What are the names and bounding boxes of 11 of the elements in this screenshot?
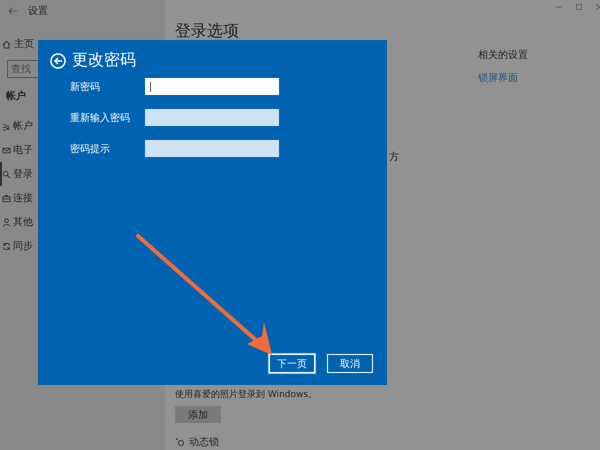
section-heading: 动态锁 (189, 436, 219, 449)
section-heading: 帐户 (6, 89, 27, 104)
photo-caption: 使用喜爱的照片登录到 Windows。 (175, 388, 318, 401)
related-settings-heading: 相关的设置 (478, 48, 528, 62)
description-text: 方 (389, 150, 400, 164)
field-label: 密码提示 (70, 142, 111, 156)
field-label: 新密码 (70, 80, 101, 94)
dialog-title: 更改密码 (72, 50, 136, 71)
window-title: 设置 (28, 4, 48, 18)
field-label: 重新输入密码 (70, 112, 131, 124)
page-title: 登录选项 (175, 22, 239, 42)
